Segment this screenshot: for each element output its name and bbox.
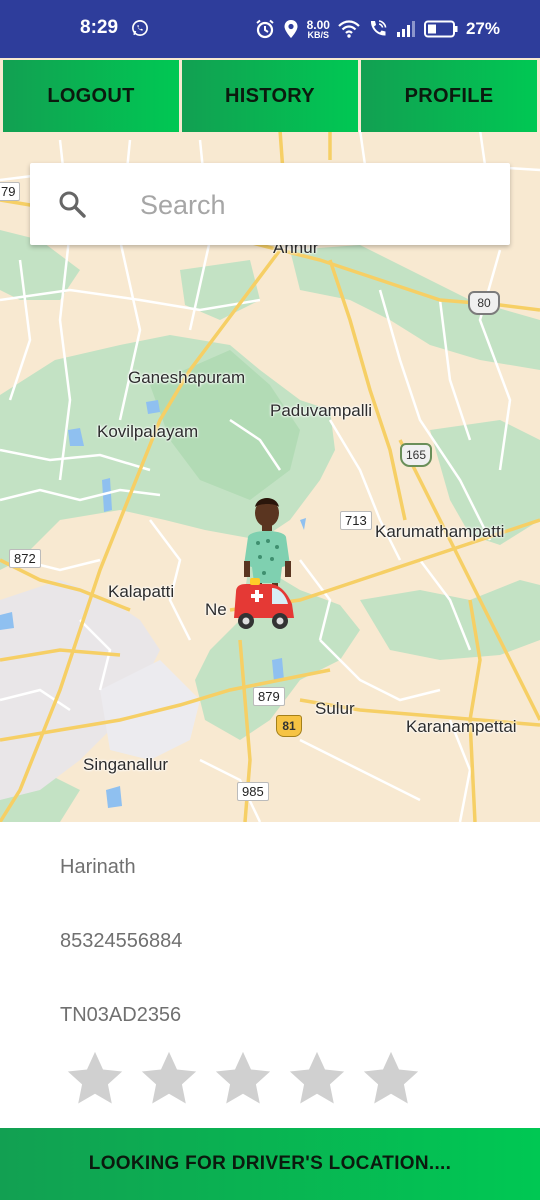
- map-label-sulur: Sulur: [315, 699, 355, 718]
- map-label-paduvampalli: Paduvampalli: [270, 401, 373, 420]
- road-label-879: 879: [253, 687, 285, 706]
- wifi-icon: [338, 20, 360, 38]
- net-speed-value: 8.00: [306, 17, 330, 32]
- highway-shield-81: 81: [276, 715, 302, 737]
- rating-star-icon[interactable]: [286, 1048, 348, 1110]
- map-label-ganeshapuram: Ganeshapuram: [128, 368, 246, 387]
- whatsapp-icon: [132, 20, 148, 36]
- road-label-79: 79: [0, 182, 21, 201]
- history-button[interactable]: HISTORY: [182, 60, 358, 132]
- rating-star-icon[interactable]: [138, 1048, 200, 1110]
- map-label-karanampettai: Karanampettai: [406, 717, 517, 736]
- map-label-singanallur: Singanallur: [83, 755, 169, 774]
- status-bar: 8:29 8.00 KB/S 27%: [0, 0, 540, 58]
- signal-icon: [396, 21, 415, 37]
- battery-icon: [423, 20, 458, 38]
- highway-shield-165: 165: [400, 443, 432, 467]
- net-speed: 8.00 KB/S: [307, 19, 330, 40]
- status-time: 8:29: [80, 17, 119, 38]
- road-label-985: 985: [237, 782, 269, 801]
- map-label-kovilpalayam: Kovilpalayam: [97, 422, 199, 441]
- driver-location-status-button[interactable]: LOOKING FOR DRIVER'S LOCATION....: [0, 1128, 540, 1200]
- road-label-713: 713: [340, 511, 372, 530]
- driver-name: Harinath: [60, 856, 136, 878]
- profile-button[interactable]: PROFILE: [361, 60, 537, 132]
- rating-star-icon[interactable]: [64, 1048, 126, 1110]
- rating-star-icon[interactable]: [360, 1048, 422, 1110]
- search-bar[interactable]: [30, 163, 510, 245]
- rating-star-icon[interactable]: [212, 1048, 274, 1110]
- location-icon: [284, 20, 298, 38]
- road-label-872: 872: [9, 549, 41, 568]
- battery-percent: 27%: [465, 19, 500, 38]
- highway-shield-80: 80: [468, 291, 500, 315]
- alarm-icon: [255, 19, 274, 39]
- status-icons: 8.00 KB/S 27%: [255, 14, 500, 44]
- rating-bar[interactable]: [64, 1048, 422, 1110]
- map-label-neelambur: Ne: [205, 600, 227, 619]
- search-icon[interactable]: [58, 190, 86, 218]
- top-nav-bar: LOGOUT HISTORY PROFILE: [0, 60, 540, 132]
- ambulance-marker-icon[interactable]: [230, 578, 298, 634]
- vehicle-number: TN03AD2356: [60, 1004, 182, 1026]
- map-label-karumathampatti: Karumathampatti: [375, 522, 505, 541]
- net-speed-unit: KB/S: [307, 29, 330, 40]
- wifi-calling-icon: [370, 20, 387, 36]
- search-input[interactable]: [138, 187, 482, 223]
- driver-phone: 85324556884: [60, 930, 183, 952]
- logout-button[interactable]: LOGOUT: [3, 60, 179, 132]
- map-label-kalapatti: Kalapatti: [108, 582, 175, 601]
- driver-info-panel: Harinath 85324556884 TN03AD2356: [0, 822, 540, 1128]
